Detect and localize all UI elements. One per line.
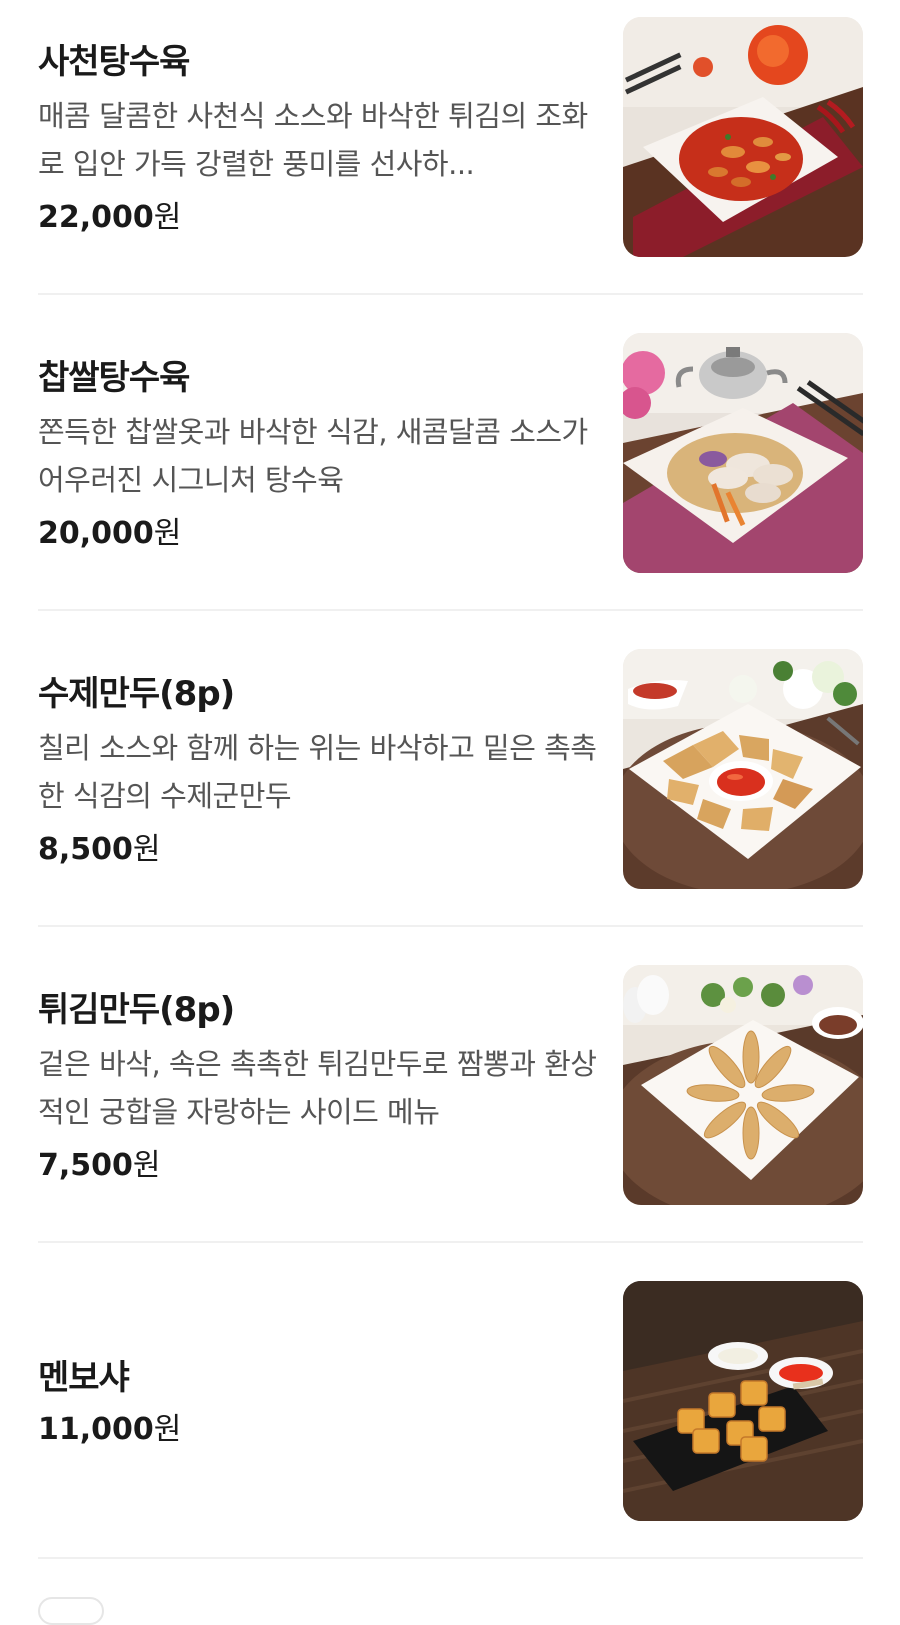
menu-item-text: 수제만두(8p) 칠리 소스와 함께 하는 위는 바삭하고 밑은 촉촉한 식감의… — [38, 652, 598, 892]
menu-item-photo[interactable] — [623, 17, 863, 257]
menu-item-name: 찹쌀탕수육 — [38, 358, 190, 398]
price-currency: 원 — [132, 832, 161, 867]
sichuan-sweet-sour-pork-photo — [623, 17, 863, 257]
menu-item-text: 튀김만두(8p) 겉은 바삭, 속은 촉촉한 튀김만두로 짬뽕과 환상적인 궁합… — [38, 968, 598, 1208]
menu-item-price: 7,500원 — [38, 1144, 598, 1188]
divider — [38, 293, 863, 295]
menu-item-photo[interactable] — [623, 965, 863, 1205]
price-value: 8,500 — [38, 832, 133, 867]
divider — [38, 925, 863, 927]
menu-item-description: 매콤 달콤한 사천식 소스와 바삭한 튀김의 조화로 입안 가득 강렬한 풍미를… — [38, 99, 588, 181]
menu-item[interactable]: 찹쌀탕수육 쫀득한 찹쌀옷과 바삭한 식감, 새콤달콤 소스가 어우러진 시그니… — [0, 316, 900, 632]
menu-item-description: 겉은 바삭, 속은 촉촉한 튀김만두로 짬뽕과 환상적인 궁합을 자랑하는 사이… — [38, 1047, 597, 1129]
price-value: 11,000 — [38, 1412, 154, 1447]
menu-item[interactable]: 사천탕수육 매콤 달콤한 사천식 소스와 바삭한 튀김의 조화로 입안 가득 강… — [0, 0, 900, 316]
menu-item-photo[interactable] — [623, 1281, 863, 1521]
price-currency: 원 — [153, 516, 182, 551]
price-currency: 원 — [153, 1412, 182, 1447]
divider — [38, 1557, 863, 1559]
menu-item-price: 20,000원 — [38, 512, 598, 556]
menu-item-price: 22,000원 — [38, 196, 598, 240]
menu-item-text: 찹쌀탕수육 쫀득한 찹쌀옷과 바삭한 식감, 새콤달콤 소스가 어우러진 시그니… — [38, 336, 598, 576]
divider — [38, 1241, 863, 1243]
menu-item-description: 칠리 소스와 함께 하는 위는 바삭하고 밑은 촉촉한 식감의 수제군만두 — [38, 731, 597, 813]
price-currency: 원 — [132, 1148, 161, 1183]
price-value: 22,000 — [38, 200, 154, 235]
divider — [38, 609, 863, 611]
price-value: 20,000 — [38, 516, 154, 551]
menu-item-photo[interactable] — [623, 649, 863, 889]
menu-item-description: 쫀득한 찹쌀옷과 바삭한 식감, 새콤달콤 소스가 어우러진 시그니처 탕수육 — [38, 415, 588, 497]
menbosha-shrimp-toast-photo — [623, 1281, 863, 1521]
menu-item-name: 수제만두(8p) — [38, 674, 235, 714]
menu-item-name: 튀김만두(8p) — [38, 990, 235, 1030]
menu-item-price: 11,000원 — [38, 1408, 598, 1452]
menu-item[interactable]: 튀김만두(8p) 겉은 바삭, 속은 촉촉한 튀김만두로 짬뽕과 환상적인 궁합… — [0, 948, 900, 1264]
menu-item[interactable]: 수제만두(8p) 칠리 소스와 함께 하는 위는 바삭하고 밑은 촉촉한 식감의… — [0, 632, 900, 948]
menu-item-photo[interactable] — [623, 333, 863, 573]
next-section-edge — [38, 1597, 104, 1625]
menu-list: 사천탕수육 매콤 달콤한 사천식 소스와 바삭한 튀김의 조화로 입안 가득 강… — [0, 0, 900, 1580]
glutinous-rice-sweet-sour-pork-photo — [623, 333, 863, 573]
menu-item-text: 사천탕수육 매콤 달콤한 사천식 소스와 바삭한 튀김의 조화로 입안 가득 강… — [38, 20, 598, 260]
menu-item-name: 멘보샤 — [38, 1358, 130, 1398]
price-value: 7,500 — [38, 1148, 133, 1183]
fried-dumplings-photo — [623, 965, 863, 1205]
menu-item-name: 사천탕수육 — [38, 42, 190, 82]
price-currency: 원 — [153, 200, 182, 235]
handmade-dumplings-photo — [623, 649, 863, 889]
menu-item-price: 8,500원 — [38, 828, 598, 872]
menu-item[interactable]: 멘보샤 11,000원 — [0, 1264, 900, 1580]
menu-item-text: 멘보샤 11,000원 — [38, 1284, 598, 1524]
